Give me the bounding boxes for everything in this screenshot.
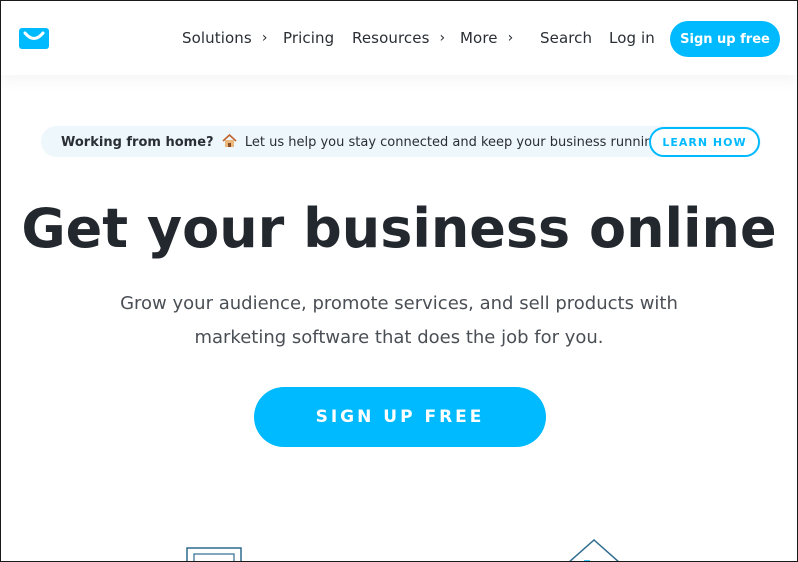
hero-signup-button[interactable]: SIGN UP FREE (254, 387, 546, 447)
nav-item-label: Resources (352, 29, 430, 47)
banner-text: Let us help you stay connected and keep … (244, 135, 665, 150)
house-icon (222, 133, 237, 152)
nav-item-more[interactable]: More › (460, 29, 513, 47)
nav-item-label: Solutions (182, 29, 252, 47)
hero-subtitle: Grow your audience, promote services, an… (1, 287, 797, 355)
banner-lead: Working from home? (61, 135, 214, 150)
learn-how-button[interactable]: LEARN HOW (649, 127, 760, 157)
nav-item-pricing[interactable]: Pricing (283, 29, 334, 47)
nav-item-resources[interactable]: Resources › (352, 29, 445, 47)
site-header: Solutions › Pricing Resources › More › S… (1, 1, 797, 75)
chevron-right-icon: › (261, 30, 268, 46)
nav-item-login[interactable]: Log in (609, 29, 655, 47)
hero-subtitle-line: marketing software that does the job for… (194, 327, 604, 348)
hero-title: Get your business online (21, 197, 777, 260)
nav-item-label: Pricing (283, 29, 335, 47)
banner-message: Working from home? Let us help you stay … (61, 133, 665, 152)
getresponse-logo-icon[interactable] (19, 28, 49, 49)
nav-item-search[interactable]: Search (540, 29, 592, 47)
nav-item-label: More (460, 29, 498, 47)
computer-illustration-icon (161, 546, 251, 561)
page: Solutions › Pricing Resources › More › S… (0, 0, 798, 562)
hero-subtitle-line: Grow your audience, promote services, an… (120, 293, 678, 314)
nav-item-solutions[interactable]: Solutions › (182, 29, 268, 47)
shop-illustration-icon (564, 537, 624, 561)
header-signup-button[interactable]: Sign up free (670, 21, 780, 57)
nav-item-label: Search (540, 29, 593, 47)
nav-item-label: Log in (609, 29, 655, 47)
chevron-right-icon: › (507, 30, 514, 46)
chevron-right-icon: › (439, 30, 446, 46)
